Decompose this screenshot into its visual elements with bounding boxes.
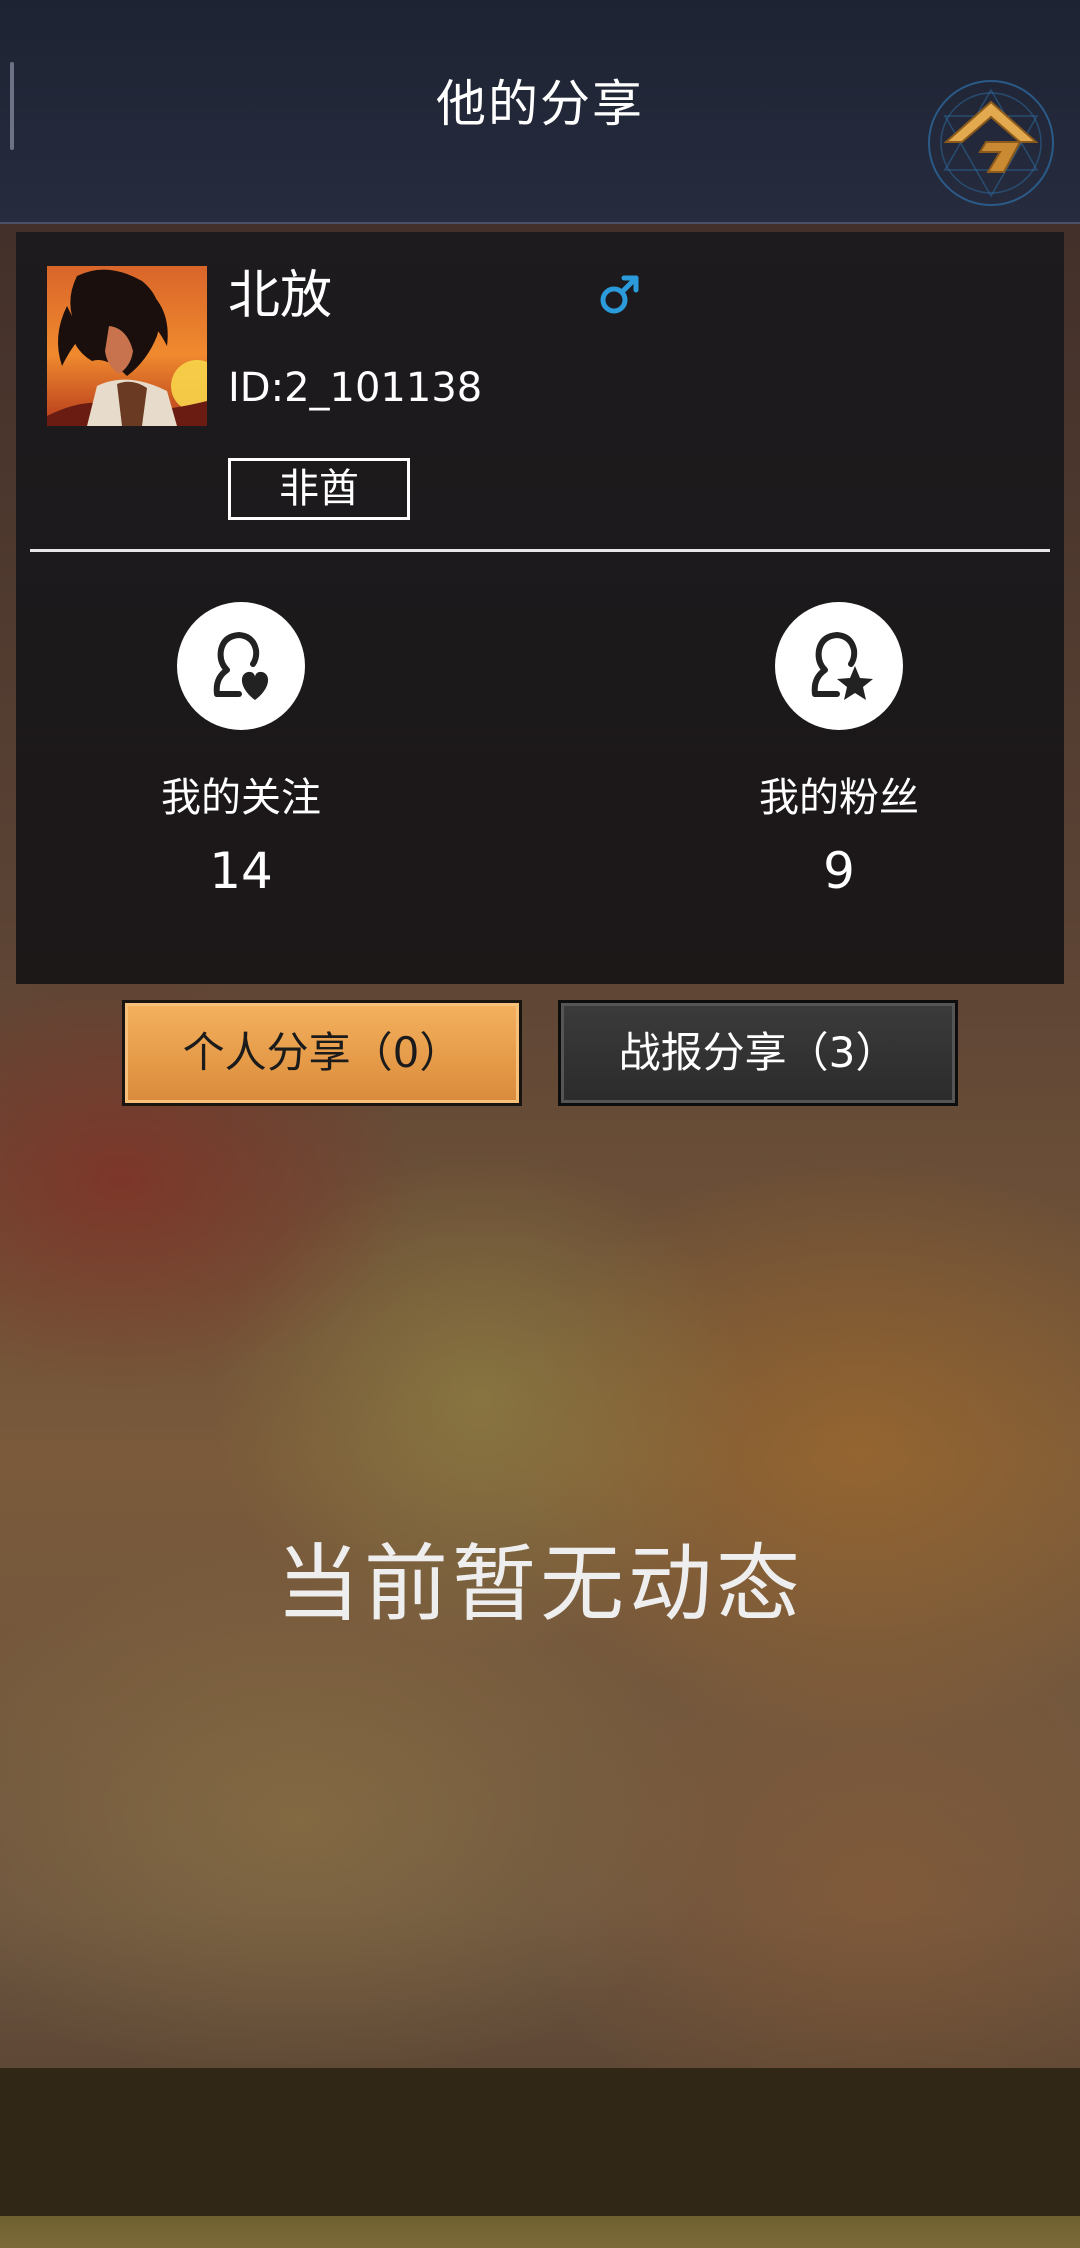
- avatar[interactable]: [47, 266, 207, 426]
- user-id: ID:2_101138: [228, 365, 483, 411]
- user-tag-badge: 非酋: [228, 458, 410, 520]
- tab-battle-share[interactable]: 战报分享（3）: [558, 1000, 958, 1106]
- bottom-strip: [0, 2216, 1080, 2248]
- fans-star-icon[interactable]: [775, 602, 903, 730]
- following-label: 我的关注: [161, 775, 321, 821]
- fans-label: 我的粉丝: [759, 775, 919, 821]
- home-icon[interactable]: [924, 76, 1058, 210]
- following-heart-icon[interactable]: [177, 602, 305, 730]
- divider: [30, 549, 1050, 552]
- fans-stat[interactable]: 我的粉丝 9: [689, 602, 989, 902]
- following-count: 14: [209, 842, 273, 900]
- male-gender-icon: [600, 275, 639, 314]
- profile-card: 北放 ID:2_101138 非酋 我的关注 14 我的粉丝 9: [16, 232, 1064, 984]
- page-title: 他的分享: [436, 75, 644, 133]
- bottom-bar: [0, 2068, 1080, 2216]
- empty-state-message: 当前暂无动态: [275, 1535, 804, 1633]
- following-stat[interactable]: 我的关注 14: [91, 602, 391, 902]
- top-bar: 他的分享: [0, 0, 1080, 224]
- username: 北放: [228, 266, 333, 326]
- fans-count: 9: [823, 842, 855, 900]
- tab-personal-share[interactable]: 个人分享（0）: [122, 1000, 522, 1106]
